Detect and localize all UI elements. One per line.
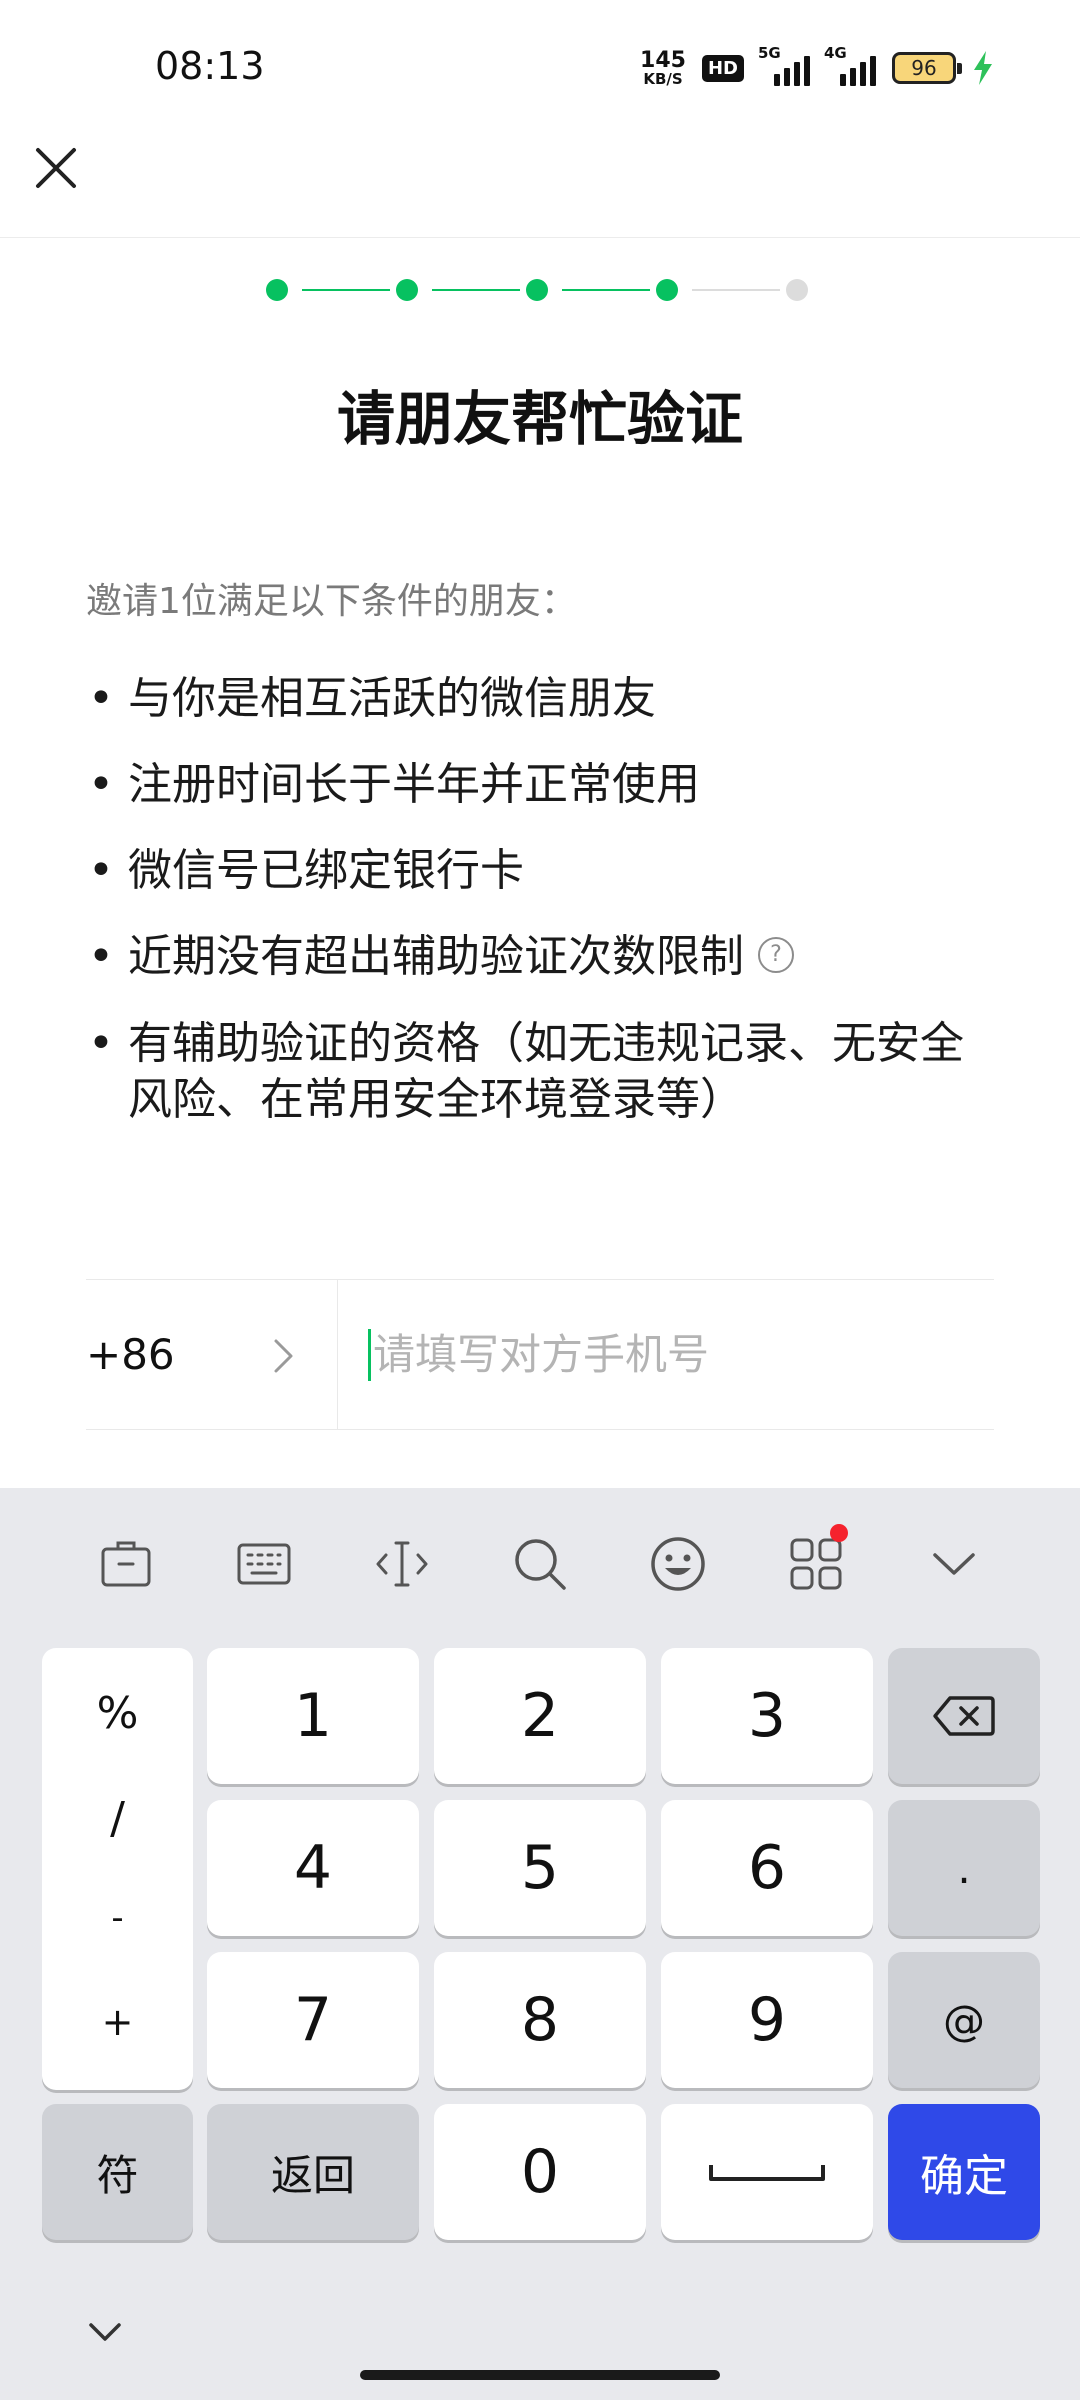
signal-5g-icon: 5G xyxy=(758,44,810,86)
hd-voice-badge: HD xyxy=(701,54,744,82)
progress-stepper xyxy=(266,277,816,303)
step-dot-1 xyxy=(266,279,288,301)
condition-text: 微信号已绑定银行卡 xyxy=(128,845,524,896)
symbol-switch-key[interactable]: 符 xyxy=(42,2104,193,2240)
status-bar: 08:13 145 KB/S HD 5G 4G 96 xyxy=(0,0,1080,140)
hide-keyboard-button[interactable] xyxy=(80,2312,130,2352)
help-icon[interactable]: ? xyxy=(758,937,794,973)
cursor-move-button[interactable] xyxy=(372,1534,432,1594)
battery-icon: 96 xyxy=(892,52,962,84)
home-indicator[interactable] xyxy=(360,2370,720,2380)
condition-list: • 与你是相互活跃的微信朋友 • 注册时间长于半年并正常使用 • 微信号已绑定银… xyxy=(86,672,996,1160)
chevron-right-icon xyxy=(274,1339,293,1373)
keyboard-switch-button[interactable] xyxy=(234,1534,294,1594)
battery-level: 96 xyxy=(911,56,937,80)
status-indicators: 145 KB/S HD 5G 4G 96 xyxy=(640,44,994,92)
network-speed-value: 145 xyxy=(640,47,686,73)
key-8[interactable]: 8 xyxy=(434,1952,646,2088)
step-dot-3 xyxy=(526,279,548,301)
symbol-key-slash[interactable]: / xyxy=(42,1793,193,1844)
key-0[interactable]: 0 xyxy=(434,2104,646,2240)
bullet: • xyxy=(88,759,114,810)
step-line-2 xyxy=(432,289,520,291)
network-speed-unit: KB/S xyxy=(643,69,683,88)
collapse-toolbar-button[interactable] xyxy=(924,1534,984,1594)
key-7[interactable]: 7 xyxy=(207,1952,419,2088)
key-4[interactable]: 4 xyxy=(207,1800,419,1936)
numeric-keyboard: % / - + 1 2 3 4 5 6 . 7 8 9 @ 符 返回 0 确定 xyxy=(0,1488,1080,2400)
charging-icon xyxy=(974,51,992,85)
step-dot-5 xyxy=(786,279,808,301)
status-time: 08:13 xyxy=(155,44,265,88)
bullet: • xyxy=(88,1018,114,1069)
backspace-icon xyxy=(933,1696,995,1736)
condition-text: 与你是相互活跃的微信朋友 xyxy=(128,673,656,724)
key-9[interactable]: 9 xyxy=(661,1952,873,2088)
confirm-key[interactable]: 确定 xyxy=(888,2104,1040,2240)
symbol-key-plus[interactable]: + xyxy=(42,2000,193,2044)
phone-input-row: +86 xyxy=(86,1279,994,1430)
bullet: • xyxy=(88,845,114,896)
country-code: +86 xyxy=(86,1330,175,1379)
back-key[interactable]: 返回 xyxy=(207,2104,419,2240)
key-5[interactable]: 5 xyxy=(434,1800,646,1936)
text-cursor-icon xyxy=(376,1541,428,1587)
signal-4g-icon: 4G xyxy=(824,44,876,86)
signal-5g-label: 5G xyxy=(758,44,781,62)
key-1[interactable]: 1 xyxy=(207,1648,419,1784)
chevron-down-icon xyxy=(89,2323,121,2341)
emoji-button[interactable] xyxy=(648,1534,708,1594)
key-2[interactable]: 2 xyxy=(434,1648,646,1784)
clipboard-button[interactable] xyxy=(96,1534,156,1594)
apps-button[interactable] xyxy=(786,1524,848,1594)
phone-number-input[interactable] xyxy=(373,1330,973,1379)
network-speed: 145 KB/S xyxy=(640,47,686,88)
condition-text: 近期没有超出辅助验证次数限制 xyxy=(128,931,744,982)
close-button[interactable] xyxy=(26,138,86,198)
condition-text: 有辅助验证的资格（如无违规记录、无安全风险、在常用安全环境登录等） xyxy=(128,1018,964,1125)
chevron-down-icon xyxy=(933,1553,975,1575)
emoji-icon xyxy=(651,1537,705,1591)
key-3[interactable]: 3 xyxy=(661,1648,873,1784)
condition-item: • 近期没有超出辅助验证次数限制? xyxy=(86,930,996,984)
search-button[interactable] xyxy=(510,1534,570,1594)
symbol-column: % / - + xyxy=(42,1648,193,2090)
step-line-1 xyxy=(302,289,390,291)
space-key[interactable] xyxy=(661,2104,873,2240)
dot-key[interactable]: . xyxy=(888,1800,1040,1936)
space-bar-icon xyxy=(709,2165,825,2181)
keyboard-toolbar xyxy=(0,1488,1080,1636)
condition-item: • 有辅助验证的资格（如无违规记录、无安全风险、在常用安全环境登录等） xyxy=(86,1016,996,1128)
step-line-4 xyxy=(692,289,780,291)
step-line-3 xyxy=(562,289,650,291)
apps-grid-icon xyxy=(790,1538,842,1590)
keyboard-icon xyxy=(237,1543,291,1585)
page-title: 请朋友帮忙验证 xyxy=(336,385,743,453)
header-divider xyxy=(0,237,1080,238)
key-6[interactable]: 6 xyxy=(661,1800,873,1936)
close-icon xyxy=(36,148,76,188)
clipboard-icon xyxy=(101,1541,151,1587)
condition-item: • 与你是相互活跃的微信朋友 xyxy=(86,672,996,726)
country-code-selector[interactable]: +86 xyxy=(86,1280,338,1429)
step-dot-2 xyxy=(396,279,418,301)
notification-dot xyxy=(830,1524,848,1542)
signal-4g-label: 4G xyxy=(824,44,847,62)
step-dot-4 xyxy=(656,279,678,301)
intro-text: 邀请1位满足以下条件的朋友： xyxy=(86,581,577,622)
phone-number-field[interactable] xyxy=(338,1280,994,1429)
condition-text: 注册时间长于半年并正常使用 xyxy=(128,759,700,810)
bullet: • xyxy=(88,931,114,982)
backspace-key[interactable] xyxy=(888,1648,1040,1784)
condition-item: • 微信号已绑定银行卡 xyxy=(86,844,996,898)
symbol-key-percent[interactable]: % xyxy=(42,1688,193,1739)
text-caret xyxy=(368,1328,371,1381)
condition-item: • 注册时间长于半年并正常使用 xyxy=(86,758,996,812)
bullet: • xyxy=(88,673,114,724)
at-key[interactable]: @ xyxy=(888,1952,1040,2088)
search-icon xyxy=(515,1539,566,1590)
symbol-key-minus[interactable]: - xyxy=(42,1898,193,1938)
